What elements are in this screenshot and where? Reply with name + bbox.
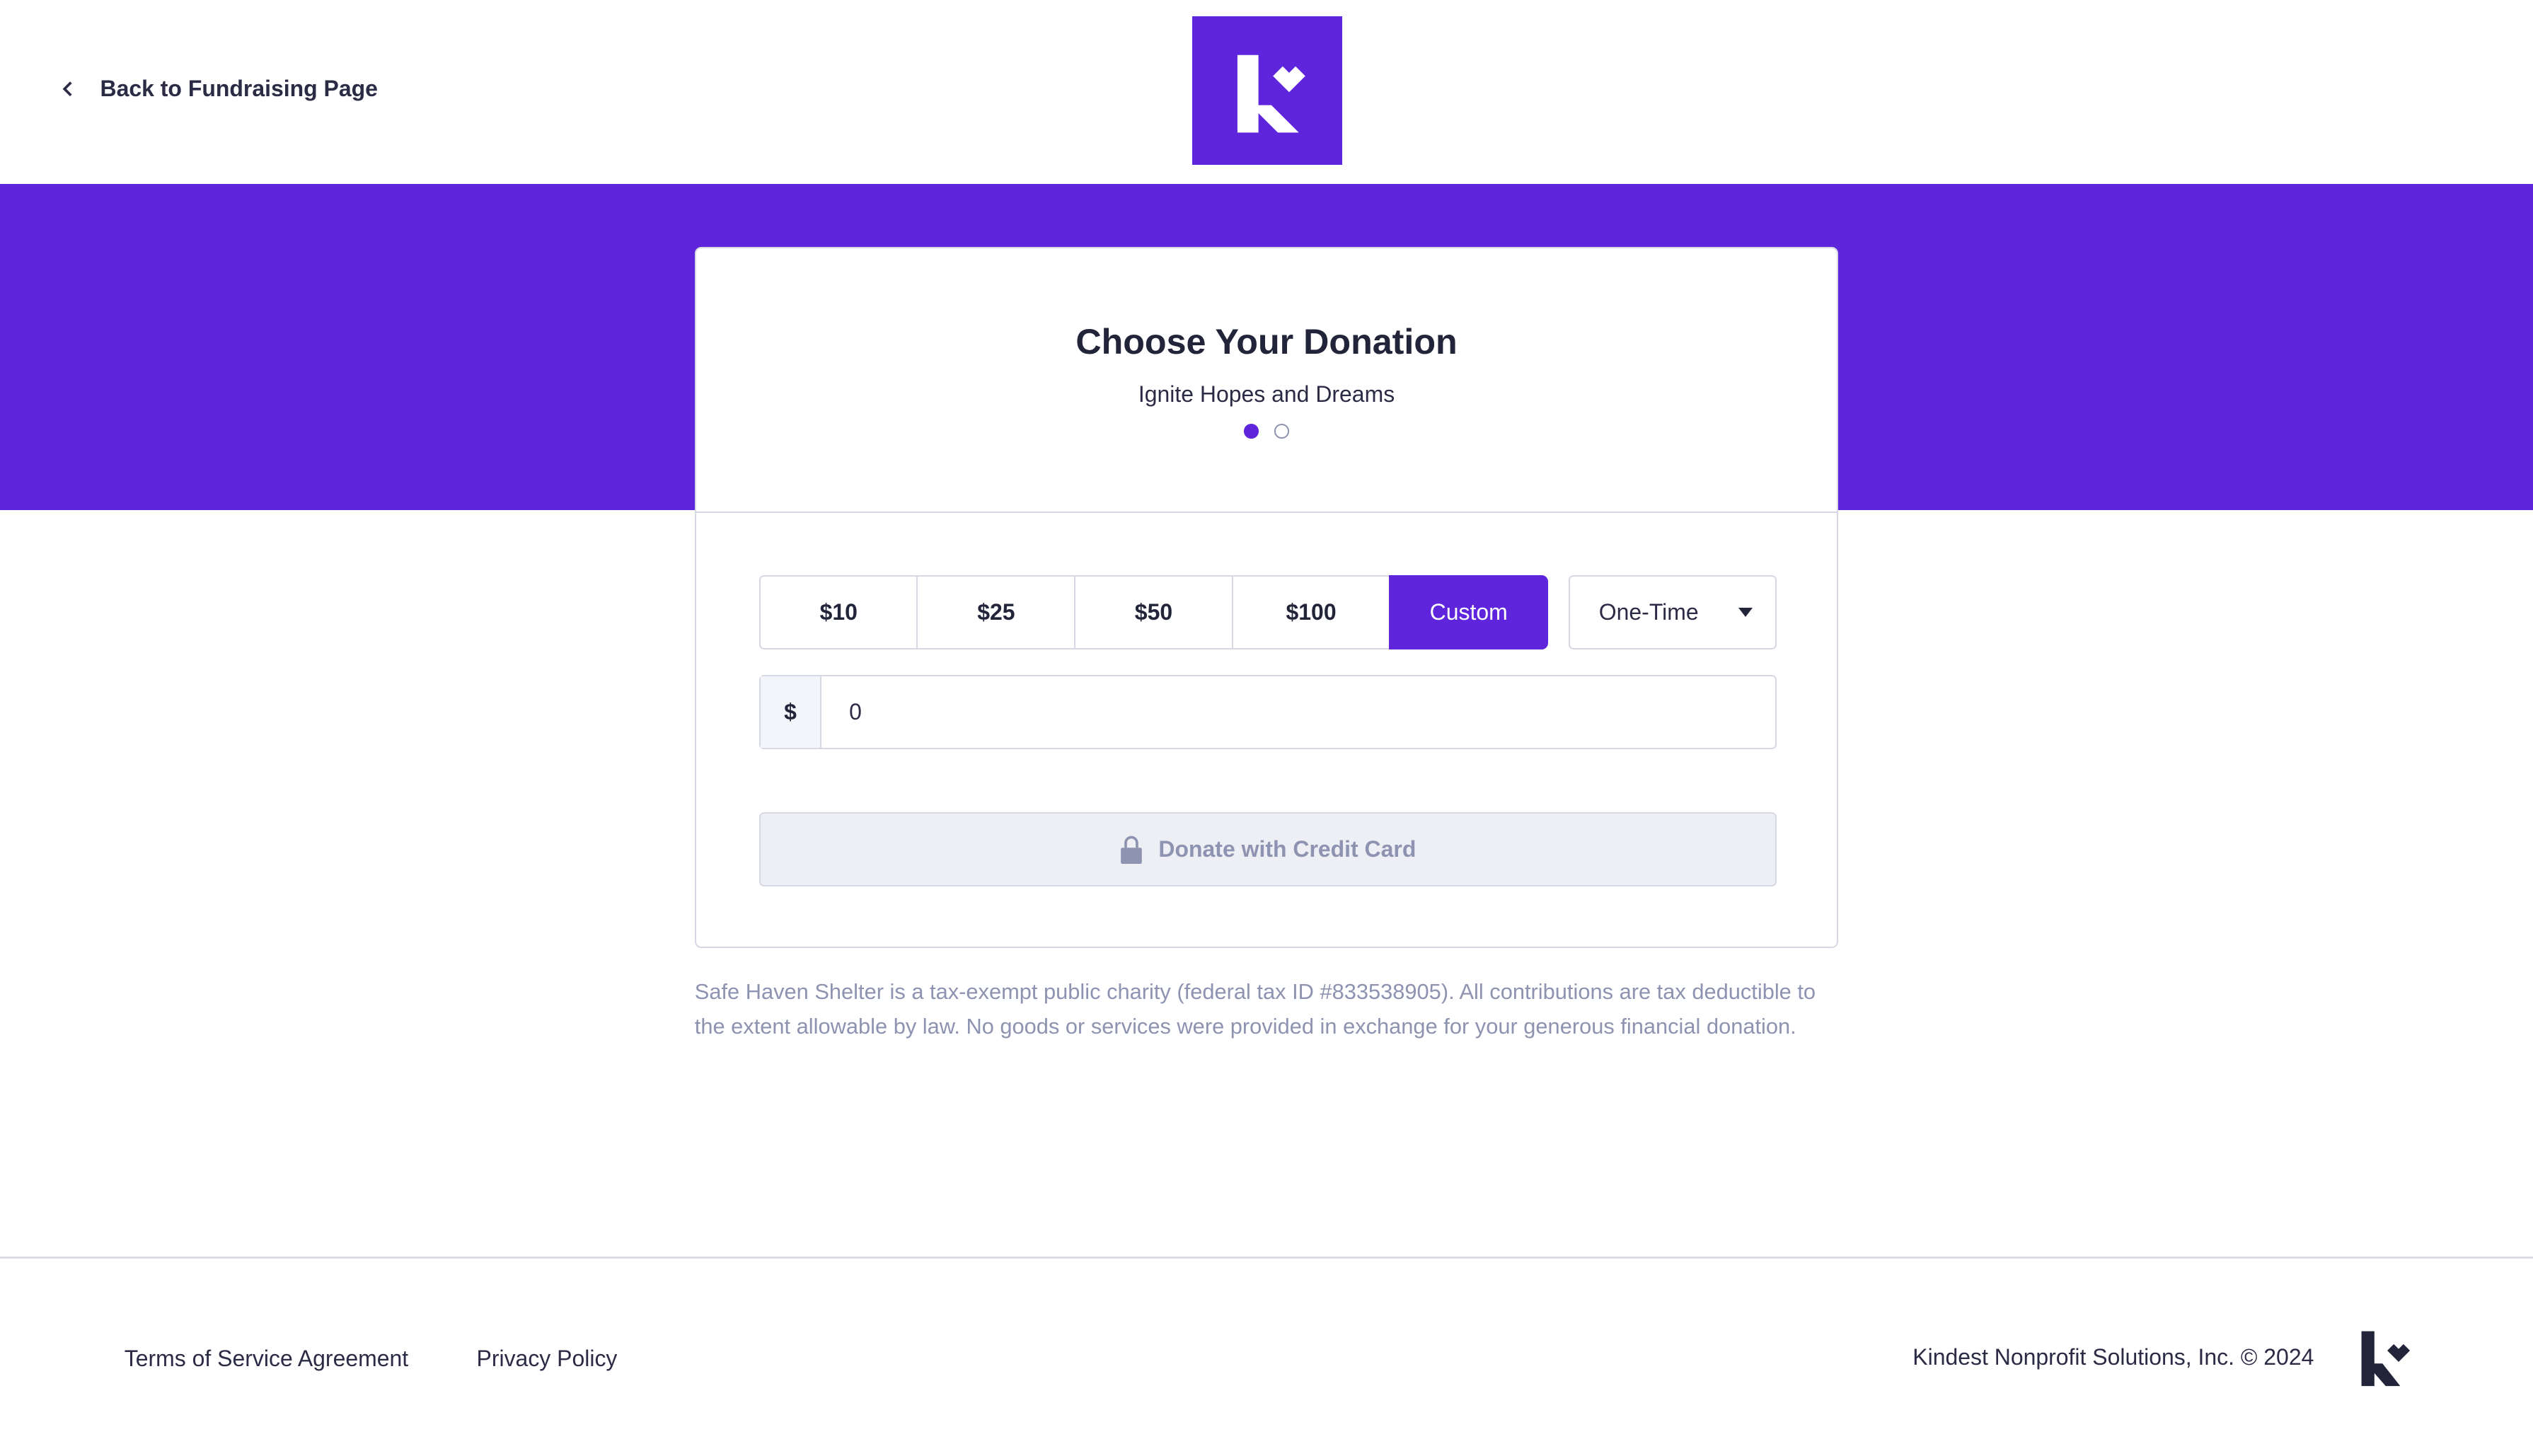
- copyright: Kindest Nonprofit Solutions, Inc. © 2024: [1912, 1344, 2314, 1370]
- tax-disclaimer: Safe Haven Shelter is a tax-exempt publi…: [694, 978, 1816, 1039]
- currency-prefix: $: [760, 676, 822, 749]
- campaign-subtitle: Ignite Hopes and Dreams: [1138, 381, 1395, 408]
- amount-options: $10 $25 $50 $100 Custom: [758, 574, 1549, 649]
- donation-card: Choose Your Donation Ignite Hopes and Dr…: [694, 247, 1839, 949]
- kindest-logo[interactable]: [1192, 16, 1343, 165]
- amount-50-button[interactable]: $50: [1074, 574, 1233, 649]
- amount-100-button[interactable]: $100: [1231, 574, 1391, 649]
- donate-credit-card-button[interactable]: Donate with Credit Card: [758, 812, 1777, 887]
- card-header: Choose Your Donation Ignite Hopes and Dr…: [696, 248, 1837, 514]
- kindest-logo-icon: [1237, 54, 1305, 133]
- custom-amount-field: $: [758, 675, 1777, 750]
- kindest-footer-logo-icon: [2362, 1331, 2411, 1386]
- terms-link[interactable]: Terms of Service Agreement: [125, 1346, 408, 1372]
- custom-amount-input[interactable]: [821, 676, 1776, 749]
- step-indicator: [696, 424, 1837, 439]
- donate-label: Donate with Credit Card: [1158, 836, 1416, 862]
- chevron-left-icon: [62, 81, 72, 97]
- step-dot-2: [1274, 424, 1289, 439]
- back-to-fundraising-link[interactable]: Back to Fundraising Page: [58, 76, 378, 102]
- step-dot-1: [1244, 424, 1259, 439]
- lock-icon: [1120, 836, 1142, 865]
- page-title: Choose Your Donation: [1075, 322, 1458, 362]
- privacy-link[interactable]: Privacy Policy: [477, 1346, 618, 1372]
- page: Back to Fundraising Page Choose Your Don…: [0, 0, 2533, 1455]
- amount-10-button[interactable]: $10: [758, 574, 918, 649]
- back-label: Back to Fundraising Page: [100, 76, 378, 102]
- footer-divider: [0, 1256, 2533, 1259]
- frequency-value: One-Time: [1598, 599, 1699, 625]
- frequency-select[interactable]: One-Time: [1568, 574, 1777, 649]
- amount-custom-button[interactable]: Custom: [1389, 574, 1549, 649]
- caret-down-icon: [1738, 607, 1753, 617]
- amount-25-button[interactable]: $25: [916, 574, 1076, 649]
